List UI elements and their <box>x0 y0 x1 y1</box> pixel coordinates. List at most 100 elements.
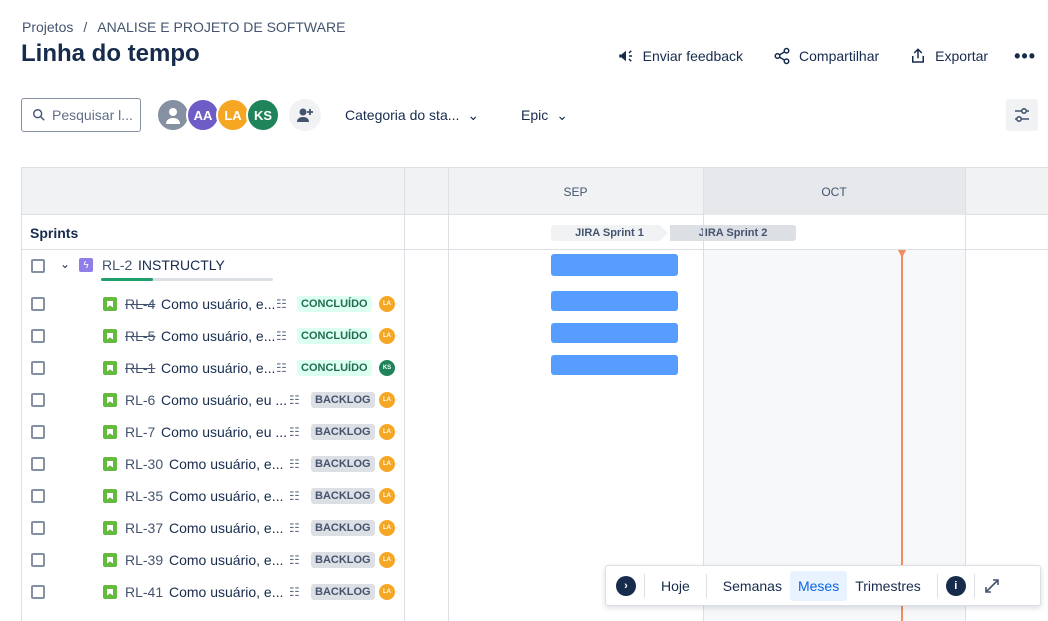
issue-key[interactable]: RL-41 <box>125 584 163 600</box>
issue-row[interactable]: RL-6 Como usuário, eu ... ☷ BACKLOG LA <box>22 384 1048 416</box>
issue-row[interactable]: RL-4 Como usuário, e... ☷ CONCLUÍDO LA <box>22 288 1048 320</box>
status-lozenge[interactable]: BACKLOG <box>311 456 375 472</box>
issue-summary[interactable]: Como usuário, e... <box>169 456 283 472</box>
assignee-avatar[interactable]: LA <box>379 520 395 536</box>
issue-row[interactable]: RL-37 Como usuário, e... ☷ BACKLOG LA <box>22 512 1048 544</box>
assignee-avatar[interactable]: LA <box>379 488 395 504</box>
issue-key[interactable]: RL-37 <box>125 520 163 536</box>
sprint-pill-2[interactable]: JIRA Sprint 2 <box>670 225 796 241</box>
weeks-button[interactable]: Semanas <box>715 571 790 601</box>
issue-summary[interactable]: Como usuário, e... <box>169 520 283 536</box>
search-input[interactable]: Pesquisar l... <box>21 98 141 132</box>
fullscreen-icon[interactable] <box>983 577 1001 595</box>
info-icon[interactable]: i <box>945 575 966 596</box>
assignee-avatar[interactable]: LA <box>379 424 395 440</box>
expand-sidebar-button[interactable]: › <box>616 575 636 596</box>
epic-key[interactable]: RL-2 <box>102 257 132 273</box>
quarters-button[interactable]: Trimestres <box>847 571 929 601</box>
issue-summary[interactable]: Como usuário, e... <box>169 584 283 600</box>
view-settings-button[interactable] <box>1006 99 1038 131</box>
issue-summary[interactable]: Como usuário, e... <box>169 552 283 568</box>
child-issues-icon: ☷ <box>289 521 300 535</box>
issue-checkbox[interactable] <box>31 553 45 567</box>
feedback-button[interactable]: Enviar feedback <box>617 47 743 65</box>
assignee-avatar[interactable]: KS <box>379 360 395 376</box>
status-lozenge[interactable]: BACKLOG <box>311 424 375 440</box>
issue-checkbox[interactable] <box>31 329 45 343</box>
sprints-row: Sprints JIRA Sprint 1 JIRA Sprint 2 <box>22 215 1048 250</box>
epic-timeline-bar[interactable] <box>551 254 678 276</box>
status-lozenge[interactable]: CONCLUÍDO <box>297 296 372 312</box>
months-button[interactable]: Meses <box>789 570 848 601</box>
month-oct: OCT <box>703 168 965 215</box>
sprint-pill-1[interactable]: JIRA Sprint 1 <box>551 225 668 241</box>
timeline-grid: SEP OCT Sprints JIRA Sprint 1 JIRA Sprin… <box>21 167 1048 621</box>
issue-row[interactable]: RL-30 Como usuário, e... ☷ BACKLOG LA <box>22 448 1048 480</box>
status-lozenge[interactable]: BACKLOG <box>311 552 375 568</box>
issue-timeline-bar[interactable] <box>551 291 678 311</box>
issue-key[interactable]: RL-1 <box>125 360 155 376</box>
issue-summary[interactable]: Como usuário, e... <box>161 360 275 376</box>
issue-key[interactable]: RL-35 <box>125 488 163 504</box>
chevron-down-icon: ⌄ <box>556 106 568 123</box>
issue-checkbox[interactable] <box>31 425 45 439</box>
more-actions-button[interactable]: ••• <box>1014 46 1036 67</box>
assignee-avatar[interactable]: LA <box>379 392 395 408</box>
issue-row[interactable]: RL-35 Como usuário, e... ☷ BACKLOG LA <box>22 480 1048 512</box>
issue-summary[interactable]: Como usuário, e... <box>161 328 275 344</box>
issue-summary[interactable]: Como usuário, e... <box>169 488 283 504</box>
issue-summary[interactable]: Como usuário, e... <box>161 296 275 312</box>
issue-timeline-bar[interactable] <box>551 323 678 343</box>
breadcrumb-projects-link[interactable]: Projetos <box>22 19 73 35</box>
avatar-ks[interactable]: KS <box>246 98 280 132</box>
issue-key[interactable]: RL-30 <box>125 456 163 472</box>
share-button[interactable]: Compartilhar <box>773 47 879 65</box>
breadcrumb-project-link[interactable]: ANALISE E PROJETO DE SOFTWARE <box>97 19 345 35</box>
issue-checkbox[interactable] <box>31 361 45 375</box>
story-icon <box>103 553 117 567</box>
issue-key[interactable]: RL-4 <box>125 296 155 312</box>
feedback-label: Enviar feedback <box>642 48 744 64</box>
epic-checkbox[interactable] <box>31 259 45 273</box>
issue-timeline-bar[interactable] <box>551 355 678 375</box>
status-lozenge[interactable]: BACKLOG <box>311 584 375 600</box>
issue-key[interactable]: RL-6 <box>125 392 155 408</box>
issue-checkbox[interactable] <box>31 521 45 535</box>
epic-summary[interactable]: INSTRUCTLY <box>138 257 225 273</box>
export-button[interactable]: Exportar <box>909 47 988 65</box>
assignee-avatar[interactable]: LA <box>379 584 395 600</box>
avatar-unassigned[interactable] <box>156 98 190 132</box>
issue-summary[interactable]: Como usuário, eu ... <box>161 392 287 408</box>
issue-key[interactable]: RL-5 <box>125 328 155 344</box>
avatar-la[interactable]: LA <box>216 98 250 132</box>
status-lozenge[interactable]: CONCLUÍDO <box>297 328 372 344</box>
issue-checkbox[interactable] <box>31 297 45 311</box>
issue-row[interactable]: RL-5 Como usuário, e... ☷ CONCLUÍDO LA <box>22 320 1048 352</box>
status-lozenge[interactable]: BACKLOG <box>311 392 375 408</box>
issue-row[interactable]: RL-7 Como usuário, eu ... ☷ BACKLOG LA <box>22 416 1048 448</box>
issue-summary[interactable]: Como usuário, eu ... <box>161 424 287 440</box>
add-person-button[interactable] <box>289 99 321 131</box>
assignee-avatar[interactable]: LA <box>379 296 395 312</box>
chevron-down-icon[interactable]: ⌄ <box>60 257 70 271</box>
issue-row[interactable]: RL-1 Como usuário, e... ☷ CONCLUÍDO KS <box>22 352 1048 384</box>
status-category-dropdown[interactable]: Categoria do sta... ⌄ <box>345 98 479 132</box>
epic-row[interactable]: ⌄ ϟ RL-2 INSTRUCTLY <box>22 250 1048 282</box>
issue-key[interactable]: RL-39 <box>125 552 163 568</box>
issue-checkbox[interactable] <box>31 457 45 471</box>
assignee-avatar[interactable]: LA <box>379 552 395 568</box>
child-issues-icon: ☷ <box>276 361 287 375</box>
assignee-avatar[interactable]: LA <box>379 456 395 472</box>
avatar-aa[interactable]: AA <box>186 98 220 132</box>
issue-checkbox[interactable] <box>31 489 45 503</box>
issue-key[interactable]: RL-7 <box>125 424 155 440</box>
assignee-avatar[interactable]: LA <box>379 328 395 344</box>
issue-checkbox[interactable] <box>31 393 45 407</box>
epic-dropdown[interactable]: Epic ⌄ <box>521 98 568 132</box>
today-button[interactable]: Hoje <box>653 571 698 601</box>
status-lozenge[interactable]: BACKLOG <box>311 520 375 536</box>
issue-checkbox[interactable] <box>31 585 45 599</box>
status-lozenge[interactable]: CONCLUÍDO <box>297 360 372 376</box>
status-lozenge[interactable]: BACKLOG <box>311 488 375 504</box>
epic-progress-fill <box>101 278 153 281</box>
